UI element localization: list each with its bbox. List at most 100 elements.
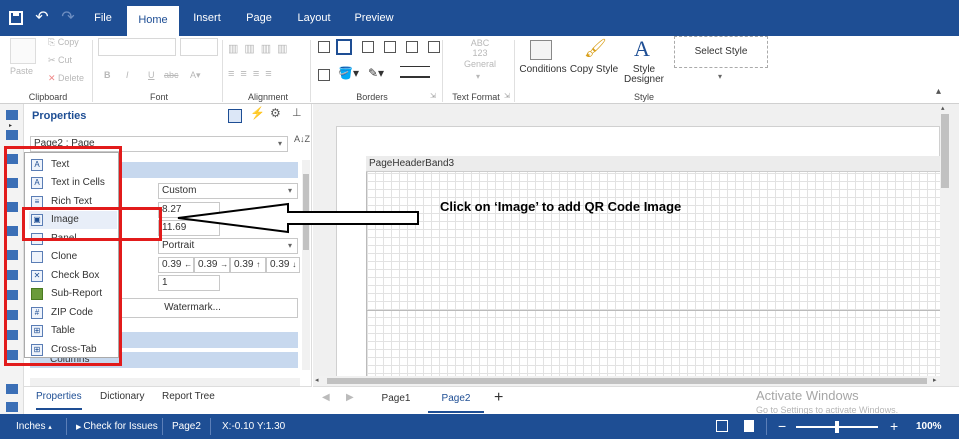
chevron-down-icon[interactable]: ▾ bbox=[476, 72, 480, 81]
paste-button[interactable]: Paste bbox=[10, 66, 33, 76]
tab-properties[interactable]: Properties bbox=[36, 390, 82, 410]
pin-icon[interactable]: ⊥ bbox=[292, 106, 302, 119]
border-color-icon[interactable]: ✎▾ bbox=[368, 66, 384, 80]
zoom-slider-thumb[interactable] bbox=[835, 421, 839, 433]
save-icon[interactable] bbox=[4, 0, 28, 39]
tab-layout[interactable]: Layout bbox=[292, 0, 336, 36]
page-tab-page1[interactable]: Page1 bbox=[368, 387, 424, 411]
font-family-combo[interactable] bbox=[98, 38, 176, 56]
tab-insert[interactable]: Insert bbox=[186, 0, 228, 36]
cut-label: Cut bbox=[58, 55, 73, 65]
margin-bottom-field[interactable]: 0.39 ↓ bbox=[266, 257, 300, 273]
zoom-slider[interactable] bbox=[796, 421, 878, 433]
copy-button[interactable]: ⎘ Copy bbox=[48, 37, 79, 48]
border-bottom-icon[interactable] bbox=[428, 41, 440, 53]
divider bbox=[514, 40, 515, 102]
copy-style-icon[interactable]: 🖌 bbox=[584, 38, 607, 59]
columns-count-field[interactable]: 1 bbox=[158, 275, 220, 291]
current-page-label: Page2 bbox=[172, 421, 201, 432]
strikethrough-icon[interactable]: abc bbox=[164, 70, 179, 80]
no-border-icon[interactable] bbox=[318, 69, 330, 81]
paper-size-combo[interactable]: Custom bbox=[158, 183, 298, 199]
units-selector[interactable]: Inches ▴ bbox=[16, 414, 52, 439]
check-issues-button[interactable]: ▶ Check for Issues bbox=[76, 414, 158, 439]
border-all-icon[interactable] bbox=[318, 41, 330, 53]
canvas-v-scrollbar[interactable]: ▴ bbox=[940, 104, 950, 386]
vertical-align-icons[interactable]: ▥▥▥▥ bbox=[228, 42, 294, 55]
text-format-expand-icon[interactable]: ⇲ bbox=[504, 92, 510, 100]
font-size-combo[interactable] bbox=[180, 38, 218, 56]
tab-preview[interactable]: Preview bbox=[350, 0, 398, 36]
style-designer-icon[interactable]: A bbox=[634, 36, 650, 62]
gauge-icon[interactable] bbox=[6, 402, 18, 412]
categorized-view-icon[interactable] bbox=[228, 109, 242, 123]
map-icon[interactable] bbox=[6, 384, 18, 394]
border-top-icon[interactable] bbox=[384, 41, 396, 53]
margin-right-field[interactable]: 0.39 → bbox=[194, 257, 230, 273]
style-designer-label-2[interactable]: Designer bbox=[620, 74, 668, 85]
undo-icon[interactable]: ↶ bbox=[30, 0, 54, 36]
tab-home[interactable]: Home bbox=[127, 6, 179, 36]
borders-expand-icon[interactable]: ⇲ bbox=[430, 92, 436, 100]
tab-report-tree[interactable]: Report Tree bbox=[162, 390, 215, 404]
text-format-general[interactable]: General bbox=[460, 59, 500, 69]
properties-scrollbar[interactable] bbox=[302, 160, 310, 370]
arrow-up-icon: ↑ bbox=[256, 260, 261, 269]
orientation-combo[interactable]: Portrait bbox=[158, 238, 298, 254]
prev-page-icon[interactable]: ◀ bbox=[322, 392, 330, 403]
page-header-band-label[interactable]: PageHeaderBand3 bbox=[366, 156, 940, 172]
fit-page-icon[interactable] bbox=[716, 420, 728, 432]
margin-top-field[interactable]: 0.39 ↑ bbox=[230, 257, 266, 273]
tab-page[interactable]: Page bbox=[240, 0, 278, 36]
cut-button[interactable]: ✂ Cut bbox=[48, 55, 72, 66]
tab-dictionary[interactable]: Dictionary bbox=[100, 390, 144, 404]
scrollbar-thumb[interactable] bbox=[327, 378, 927, 384]
page-view-icon[interactable] bbox=[744, 420, 754, 432]
conditions-icon[interactable] bbox=[530, 40, 552, 60]
paste-icon[interactable] bbox=[10, 38, 36, 64]
margin-left-field[interactable]: 0.39 ← bbox=[158, 257, 194, 273]
fill-color-icon[interactable]: 🪣▾ bbox=[338, 66, 359, 80]
tab-file[interactable]: File bbox=[86, 0, 120, 36]
properties-h-scrollbar[interactable] bbox=[30, 378, 300, 386]
border-left-icon[interactable] bbox=[362, 41, 374, 53]
page-tab-page2[interactable]: Page2 bbox=[428, 387, 484, 413]
delete-label: Delete bbox=[58, 73, 85, 83]
select-style-box[interactable]: Select Style bbox=[674, 36, 768, 68]
page-header-band[interactable] bbox=[366, 156, 940, 386]
horizontal-align-icons[interactable]: ≡≡≡≡ bbox=[228, 68, 278, 80]
cross-band-icon[interactable] bbox=[6, 130, 18, 140]
collapse-ribbon-icon[interactable]: ▴ bbox=[936, 86, 941, 97]
border-outline-icon[interactable] bbox=[336, 39, 352, 55]
underline-icon[interactable]: U bbox=[148, 70, 155, 80]
chevron-down-icon[interactable]: ▾ bbox=[718, 72, 722, 81]
chevron-down-icon[interactable]: ▾ bbox=[288, 186, 292, 195]
scroll-right-icon[interactable]: ▸ bbox=[933, 376, 937, 384]
chevron-up-icon: ▴ bbox=[48, 424, 52, 431]
scroll-left-icon[interactable]: ◂ bbox=[315, 376, 319, 384]
gear-icon[interactable]: ⚙ bbox=[270, 106, 281, 120]
scrollbar-thumb[interactable] bbox=[941, 114, 949, 188]
add-page-icon[interactable]: + bbox=[494, 389, 503, 407]
border-style-icon[interactable] bbox=[400, 66, 430, 78]
font-color-icon[interactable]: A▾ bbox=[190, 70, 201, 81]
bold-icon[interactable]: B bbox=[104, 70, 111, 80]
sort-icon[interactable]: A↓Z bbox=[294, 134, 310, 144]
redo-icon[interactable]: ↷ bbox=[56, 0, 80, 36]
highlight-image-box bbox=[22, 207, 162, 241]
scroll-up-icon[interactable]: ▴ bbox=[941, 104, 945, 112]
zoom-out-icon[interactable]: − bbox=[778, 414, 786, 439]
chevron-down-icon[interactable]: ▾ bbox=[278, 139, 282, 148]
status-bar: Inches ▴ ▶ Check for Issues Page2 X:-0.1… bbox=[0, 414, 959, 439]
next-page-icon[interactable]: ▶ bbox=[346, 392, 354, 403]
border-right-icon[interactable] bbox=[406, 41, 418, 53]
delete-button[interactable]: ✕ Delete bbox=[48, 73, 84, 84]
zoom-in-icon[interactable]: + bbox=[890, 414, 898, 439]
canvas-h-scrollbar[interactable]: ◂ ▸ bbox=[313, 376, 941, 386]
band-icon[interactable] bbox=[6, 110, 18, 120]
chevron-down-icon[interactable]: ▾ bbox=[288, 241, 292, 250]
italic-icon[interactable]: I bbox=[126, 70, 129, 80]
copy-style-button[interactable]: Copy Style bbox=[568, 64, 620, 75]
events-icon[interactable]: ⚡ bbox=[250, 106, 265, 120]
conditions-button[interactable]: Conditions bbox=[518, 64, 568, 75]
